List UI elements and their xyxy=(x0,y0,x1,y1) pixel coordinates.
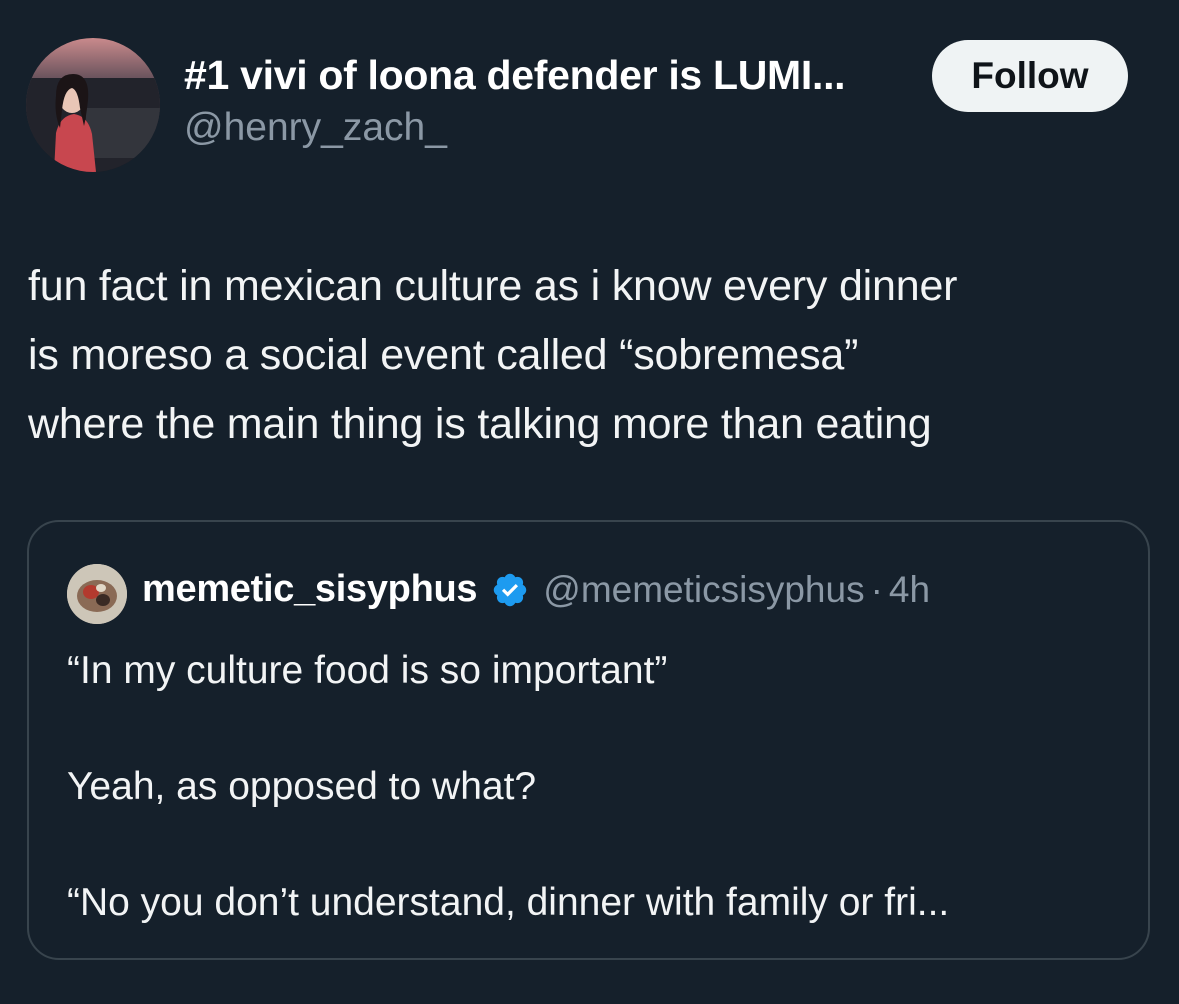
quote-author-handle[interactable]: @memeticsisyphus xyxy=(543,569,864,611)
quoted-tweet-card[interactable]: memetic_sisyphus @memeticsisyphus · 4h “… xyxy=(27,520,1150,960)
tweet: #1 vivi of loona defender is LUMI... @he… xyxy=(0,0,1179,1004)
quote-text: “In my culture food is so important” Yea… xyxy=(67,642,1127,932)
quote-text-line: Yeah, as opposed to what? xyxy=(67,765,537,808)
quote-text-line: “No you don’t understand, dinner with fa… xyxy=(67,881,950,924)
tweet-text-line: fun fact in mexican culture as i know ev… xyxy=(28,262,958,310)
quote-separator: · xyxy=(870,568,883,610)
verified-badge-icon xyxy=(491,571,529,609)
quote-header: memetic_sisyphus @memeticsisyphus · 4h xyxy=(142,568,930,611)
author-display-name[interactable]: #1 vivi of loona defender is LUMI... xyxy=(184,52,846,99)
quote-blank-line xyxy=(67,816,1127,874)
quote-author-name[interactable]: memetic_sisyphus xyxy=(142,568,478,611)
follow-button[interactable]: Follow xyxy=(932,40,1128,112)
quote-author-avatar[interactable] xyxy=(67,564,127,624)
author-handle[interactable]: @henry_zach_ xyxy=(184,106,447,150)
quote-timestamp[interactable]: 4h xyxy=(889,569,930,611)
quote-text-line: “In my culture food is so important” xyxy=(67,649,668,692)
tweet-text-line: where the main thing is talking more tha… xyxy=(28,400,932,448)
quote-blank-line xyxy=(67,700,1127,758)
tweet-text-line: is moreso a social event called “sobreme… xyxy=(28,331,859,379)
tweet-text: fun fact in mexican culture as i know ev… xyxy=(28,252,1158,459)
author-avatar[interactable] xyxy=(26,38,160,172)
